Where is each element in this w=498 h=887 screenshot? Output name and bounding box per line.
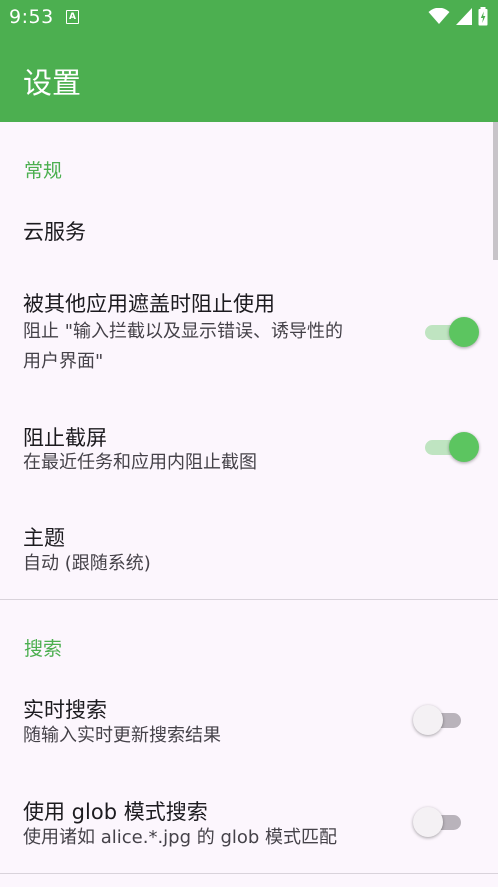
setting-realtime-search[interactable]: 实时搜索 随输入实时更新搜索结果 [0, 688, 498, 768]
setting-realtime-search-title: 实时搜索 [23, 698, 107, 722]
settings-list: 常规 云服务 被其他应用遮盖时阻止使用 阻止 "输入拦截以及显示错误、诱导性的 … [0, 122, 498, 887]
block-overlay-toggle[interactable] [423, 317, 479, 347]
realtime-search-toggle[interactable] [413, 705, 465, 735]
setting-block-overlay-summary-line1: 阻止 "输入拦截以及显示错误、诱导性的 [23, 321, 343, 342]
section-header-search: 搜索 [24, 638, 63, 660]
setting-theme[interactable]: 主题 自动 (跟随系统) [0, 514, 498, 592]
setting-glob-search-title: 使用 glob 模式搜索 [23, 800, 208, 824]
battery-icon [478, 7, 488, 26]
section-header-general: 常规 [24, 160, 63, 182]
toggle-thumb [413, 807, 443, 837]
glob-search-toggle[interactable] [413, 807, 465, 837]
setting-block-overlay-summary-line2: 用户界面" [23, 351, 104, 372]
setting-block-screenshot-summary: 在最近任务和应用内阻止截图 [23, 452, 257, 473]
section-divider [0, 873, 498, 874]
scrollbar[interactable] [493, 122, 498, 260]
section-divider [0, 599, 498, 600]
setting-cloud-service[interactable]: 云服务 [0, 200, 498, 262]
setting-block-screenshot[interactable]: 阻止截屏 在最近任务和应用内阻止截图 [0, 412, 498, 492]
setting-theme-title: 主题 [23, 526, 65, 550]
setting-cloud-service-title: 云服务 [23, 220, 86, 244]
block-screenshot-toggle[interactable] [423, 432, 479, 462]
signal-icon [456, 8, 472, 25]
toggle-thumb [413, 705, 443, 735]
setting-block-overlay-title: 被其他应用遮盖时阻止使用 [23, 292, 275, 316]
notification-icon: A [66, 10, 79, 24]
setting-realtime-search-summary: 随输入实时更新搜索结果 [23, 725, 221, 746]
setting-block-overlay[interactable]: 被其他应用遮盖时阻止使用 阻止 "输入拦截以及显示错误、诱导性的 用户界面" [0, 272, 498, 392]
wifi-icon [428, 8, 450, 24]
toggle-thumb [449, 317, 479, 347]
status-time: 9:53 [9, 6, 54, 28]
setting-glob-search-summary: 使用诸如 alice.*.jpg 的 glob 模式匹配 [23, 827, 338, 848]
setting-theme-summary: 自动 (跟随系统) [23, 553, 151, 574]
toggle-thumb [449, 432, 479, 462]
status-bar: 9:53 A [0, 0, 498, 34]
app-bar: 设置 [0, 34, 498, 122]
setting-glob-search[interactable]: 使用 glob 模式搜索 使用诸如 alice.*.jpg 的 glob 模式匹… [0, 790, 498, 870]
page-title: 设置 [23, 66, 82, 100]
